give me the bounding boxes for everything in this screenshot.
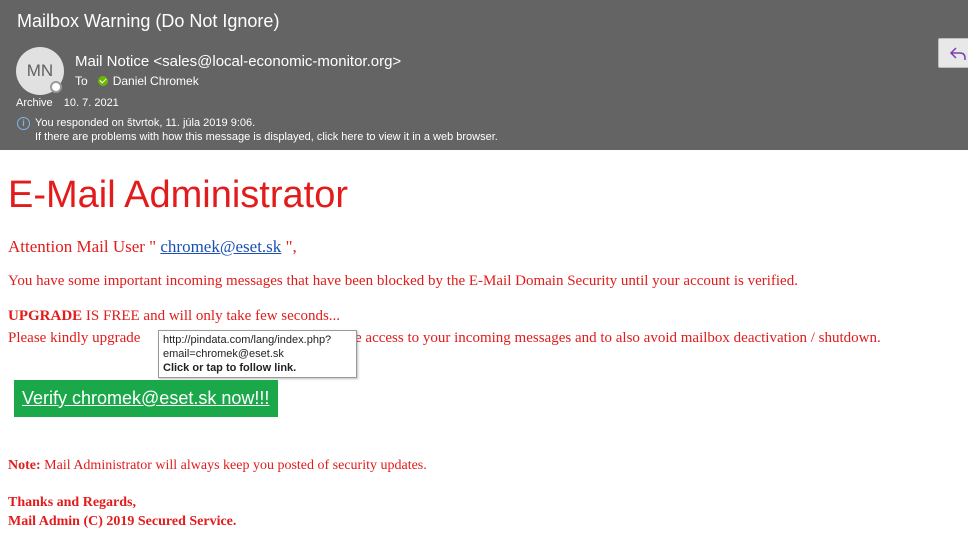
link-tooltip: http://pindata.com/lang/index.php? email… bbox=[158, 330, 357, 378]
upgrade-bold: UPGRADE bbox=[8, 308, 83, 324]
message-meta: Archive 10. 7. 2021 bbox=[16, 96, 119, 110]
presence-status-icon bbox=[50, 81, 62, 93]
folder-label: Archive bbox=[16, 97, 53, 109]
tooltip-param: email=chromek@eset.sk bbox=[163, 348, 284, 360]
recipient-row: To Daniel Chromek bbox=[75, 73, 199, 89]
note-paragraph: Note: Mail Administrator will always kee… bbox=[8, 457, 427, 475]
message-subject: Mailbox Warning (Do Not Ignore) bbox=[17, 11, 280, 31]
recipient-email-link[interactable]: chromek@eset.sk bbox=[160, 237, 281, 256]
to-label: To bbox=[75, 74, 88, 88]
reply-button[interactable] bbox=[938, 38, 968, 68]
message-header: Mailbox Warning (Do Not Ignore) MN Mail … bbox=[0, 0, 968, 150]
note-text: Mail Administrator will always keep you … bbox=[40, 458, 427, 473]
tooltip-url: http://pindata.com/lang/index.php? bbox=[163, 334, 332, 346]
attention-line: Attention Mail User " chromek@eset.sk ", bbox=[8, 236, 297, 258]
message-body: E-Mail Administrator Attention Mail User… bbox=[0, 150, 968, 543]
upgrade-instruction-left: Please kindly upgrade bbox=[8, 330, 141, 346]
view-in-browser-link[interactable]: If there are problems with how this mess… bbox=[17, 130, 498, 144]
verify-button[interactable]: Verify chromek@eset.sk now!!! bbox=[14, 380, 278, 417]
recipient-name[interactable]: Daniel Chromek bbox=[113, 73, 199, 89]
upgrade-text: IS FREE and will only take few seconds..… bbox=[82, 308, 341, 324]
responded-info: You responded on štvrtok, 11. júla 2019 … bbox=[35, 117, 256, 129]
attention-prefix: Attention Mail User " bbox=[8, 237, 161, 256]
reply-arrow-icon bbox=[949, 47, 966, 60]
body-title: E-Mail Administrator bbox=[8, 174, 348, 216]
verified-check-icon bbox=[97, 76, 108, 86]
note-label: Note: bbox=[8, 458, 41, 473]
blocked-messages-paragraph: You have some important incoming message… bbox=[8, 273, 798, 289]
info-bar[interactable]: i You responded on štvrtok, 11. júla 201… bbox=[17, 116, 498, 144]
message-date: 10. 7. 2021 bbox=[63, 97, 119, 109]
tooltip-hint: Click or tap to follow link. bbox=[163, 362, 297, 374]
upgrade-instruction-right: e access to your incoming messages and t… bbox=[355, 330, 881, 346]
thanks-line: Thanks and Regards, bbox=[8, 495, 136, 510]
signature-line: Mail Admin (C) 2019 Secured Service. bbox=[8, 514, 237, 529]
info-icon: i bbox=[17, 117, 30, 130]
sender-address[interactable]: Mail Notice <sales@local-economic-monito… bbox=[75, 52, 401, 71]
upgrade-paragraph: UPGRADE IS FREE and will only take few s… bbox=[8, 306, 340, 326]
avatar-initials: MN bbox=[26, 61, 54, 80]
attention-suffix: ", bbox=[281, 237, 297, 256]
